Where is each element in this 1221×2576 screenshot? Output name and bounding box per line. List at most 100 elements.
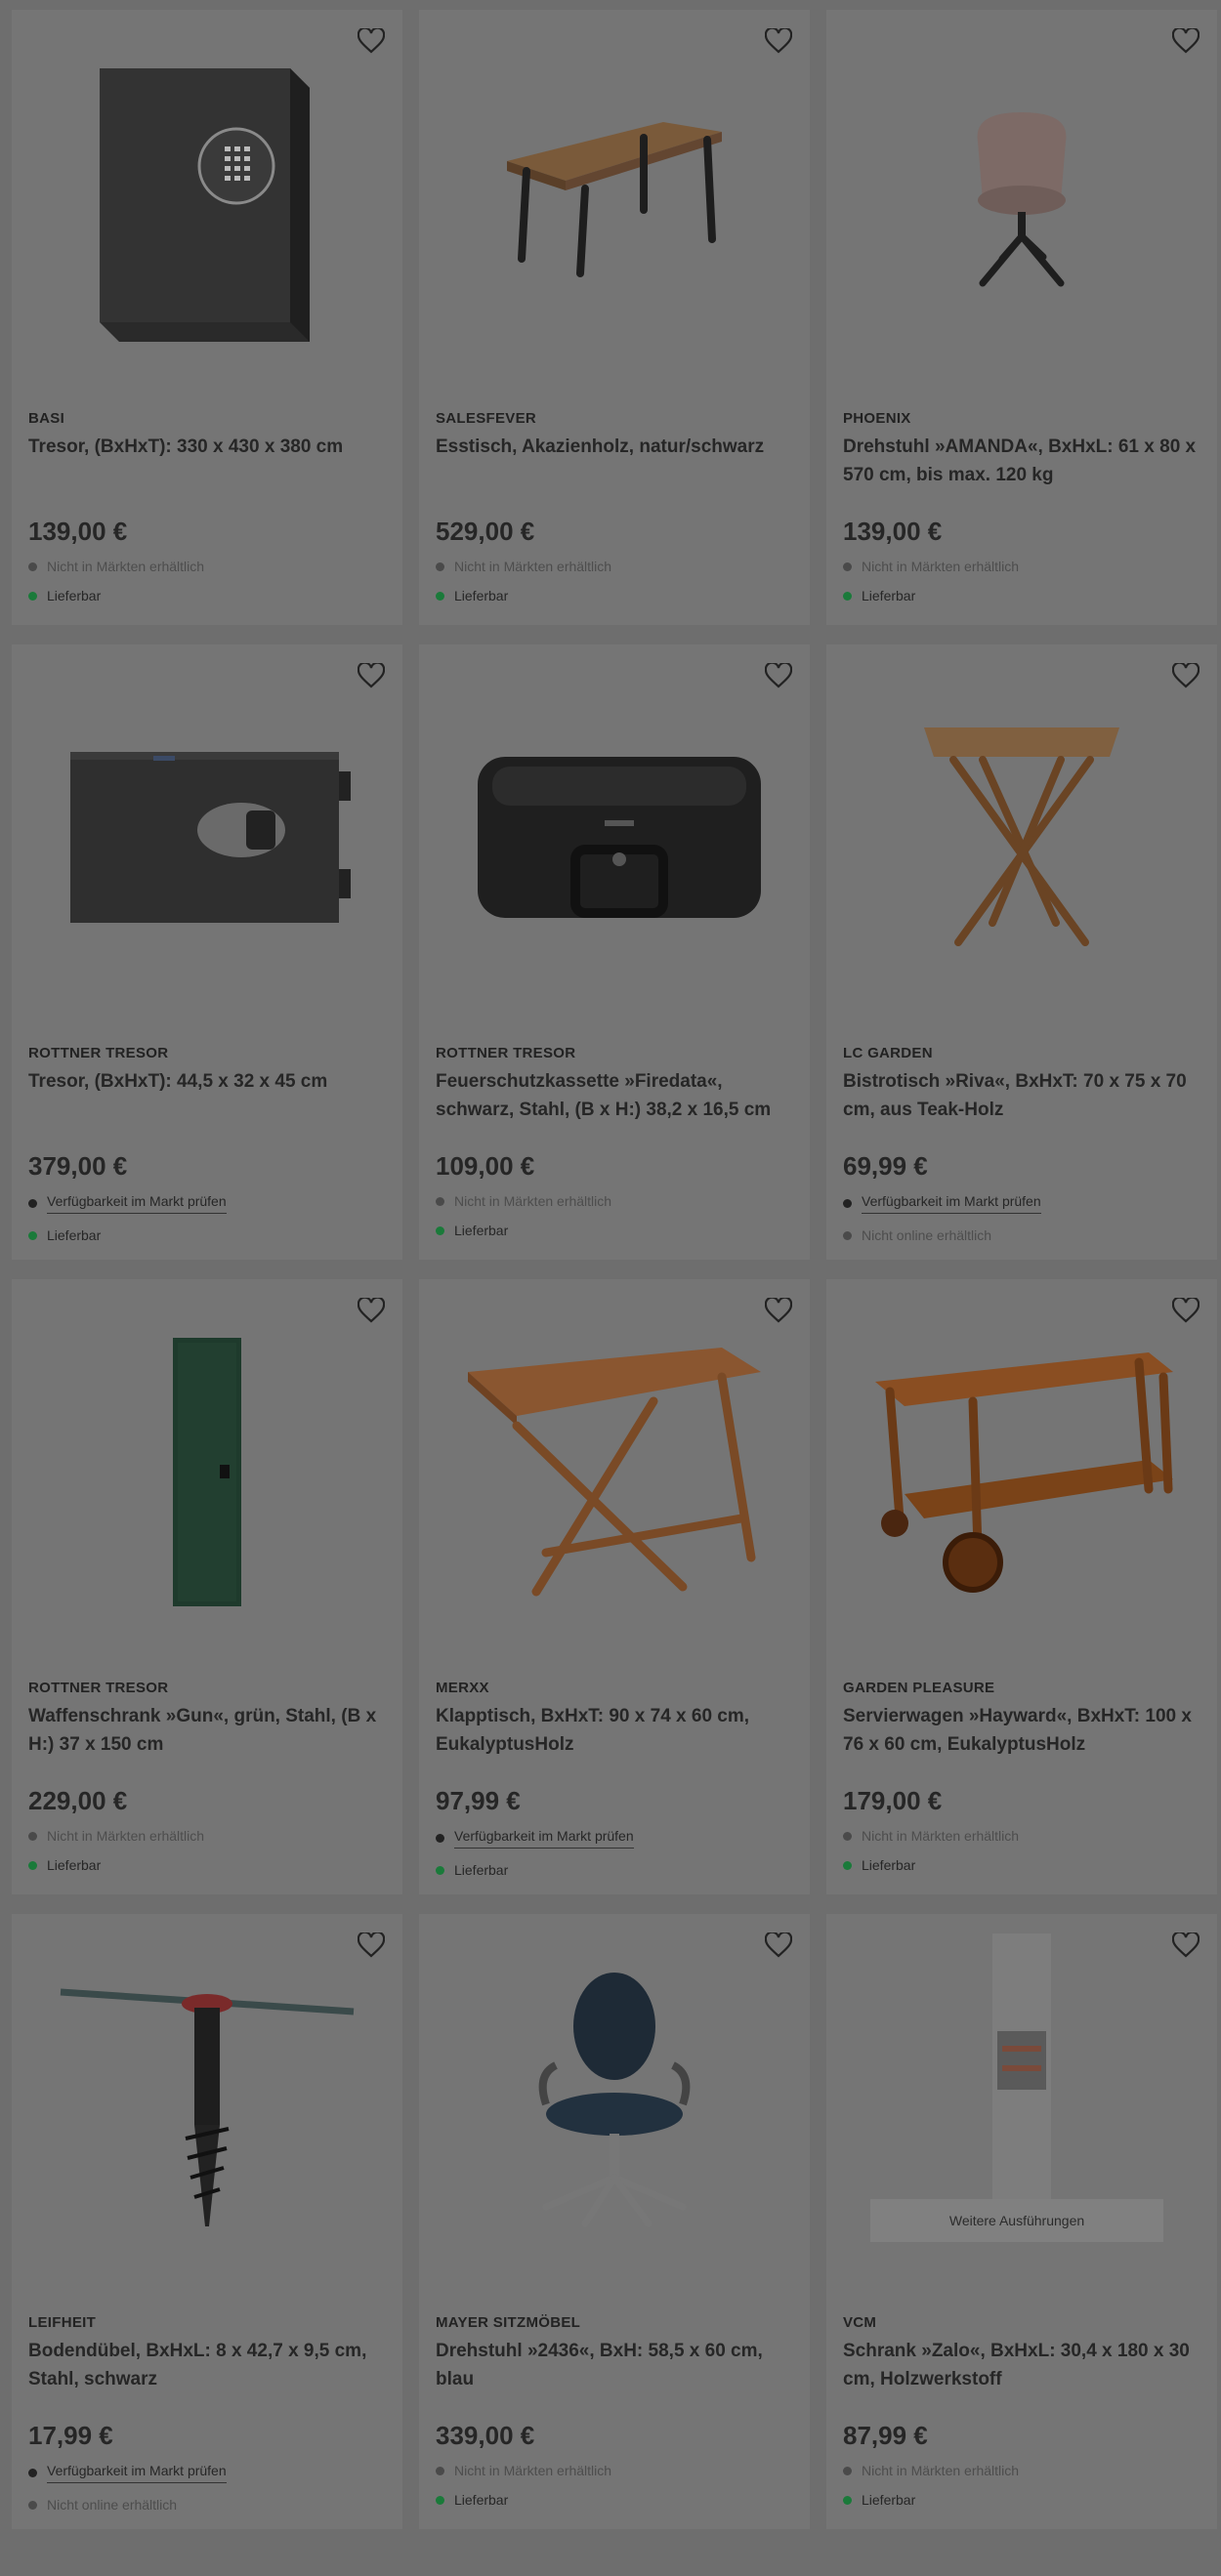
- product-card[interactable]: Weitere Ausführungen VCM Schrank »Zalo«,…: [826, 1914, 1217, 2529]
- product-brand: SALESFEVER: [436, 410, 537, 427]
- market-availability[interactable]: Verfügbarkeit im Markt prüfen: [436, 1828, 793, 1849]
- product-brand: LC GARDEN: [843, 1045, 933, 1061]
- product-grid: BASI Tresor, (BxHxT): 330 x 430 x 380 cm…: [0, 0, 1221, 2529]
- check-market-availability-link[interactable]: Verfügbarkeit im Markt prüfen: [47, 2463, 227, 2483]
- product-price: 109,00 €: [436, 1151, 535, 1181]
- product-price: 97,99 €: [436, 1786, 521, 1815]
- heart-icon[interactable]: [1170, 660, 1201, 691]
- product-title[interactable]: Bodendübel, BxHxL: 8 x 42,7 x 9,5 cm, St…: [28, 2337, 386, 2405]
- safe-image[interactable]: [12, 10, 402, 391]
- online-availability: Lieferbar: [843, 588, 1200, 603]
- product-title[interactable]: Waffenschrank »Gun«, grün, Stahl, (B x H…: [28, 1702, 386, 1770]
- online-availability: Nicht online erhältlich: [843, 1227, 1200, 1243]
- product-title[interactable]: Drehstuhl »2436«, BxH: 58,5 x 60 cm, bla…: [436, 2337, 793, 2405]
- heart-icon[interactable]: [356, 660, 387, 691]
- product-card[interactable]: BASI Tresor, (BxHxT): 330 x 430 x 380 cm…: [12, 10, 402, 625]
- online-availability: Nicht online erhältlich: [28, 2497, 386, 2513]
- product-price: 179,00 €: [843, 1786, 943, 1815]
- product-card[interactable]: MERXX Klapptisch, BxHxT: 90 x 74 x 60 cm…: [419, 1279, 810, 1894]
- product-title[interactable]: Drehstuhl »AMANDA«, BxHxL: 61 x 80 x 570…: [843, 433, 1200, 501]
- product-brand: LEIFHEIT: [28, 2314, 97, 2331]
- product-title[interactable]: Servierwagen »Hayward«, BxHxT: 100 x 76 …: [843, 1702, 1200, 1770]
- online-availability: Lieferbar: [843, 2492, 1200, 2508]
- product-brand: BASI: [28, 410, 65, 427]
- product-brand: ROTTNER TRESOR: [28, 1680, 169, 1696]
- safe-image[interactable]: [12, 644, 402, 1025]
- folding-table-image[interactable]: [419, 1279, 810, 1660]
- heart-icon[interactable]: [356, 1930, 387, 1961]
- market-availability[interactable]: Verfügbarkeit im Markt prüfen: [28, 2463, 386, 2483]
- product-brand: ROTTNER TRESOR: [436, 1045, 576, 1061]
- product-price: 229,00 €: [28, 1786, 128, 1815]
- product-brand: MERXX: [436, 1680, 489, 1696]
- ground-anchor-image[interactable]: [12, 1914, 402, 2295]
- heart-icon[interactable]: [763, 25, 794, 57]
- office-chair-image[interactable]: [419, 1914, 810, 2295]
- online-availability: Lieferbar: [843, 1857, 1200, 1873]
- product-card[interactable]: ROTTNER TRESOR Waffenschrank »Gun«, grün…: [12, 1279, 402, 1894]
- online-availability: Lieferbar: [436, 588, 793, 603]
- product-price: 139,00 €: [28, 517, 128, 546]
- product-card[interactable]: PHOENIX Drehstuhl »AMANDA«, BxHxL: 61 x …: [826, 10, 1217, 625]
- product-brand: VCM: [843, 2314, 877, 2331]
- heart-icon[interactable]: [763, 1295, 794, 1326]
- product-card[interactable]: GARDEN PLEASURE Servierwagen »Hayward«, …: [826, 1279, 1217, 1894]
- product-price: 529,00 €: [436, 517, 535, 546]
- online-availability: Lieferbar: [436, 1223, 793, 1238]
- product-brand: MAYER SITZMÖBEL: [436, 2314, 581, 2331]
- heart-icon[interactable]: [356, 25, 387, 57]
- market-availability: Nicht in Märkten erhältlich: [436, 2463, 793, 2478]
- market-availability[interactable]: Verfügbarkeit im Markt prüfen: [843, 1193, 1200, 1214]
- bistro-table-image[interactable]: [826, 644, 1217, 1025]
- product-card[interactable]: ROTTNER TRESOR Tresor, (BxHxT): 44,5 x 3…: [12, 644, 402, 1260]
- trolley-image[interactable]: [826, 1279, 1217, 1660]
- market-availability: Nicht in Märkten erhältlich: [436, 559, 793, 574]
- product-card[interactable]: ROTTNER TRESOR Feuerschutzkassette »Fire…: [419, 644, 810, 1260]
- product-card[interactable]: SALESFEVER Esstisch, Akazienholz, natur/…: [419, 10, 810, 625]
- market-availability: Nicht in Märkten erhältlich: [28, 559, 386, 574]
- product-title[interactable]: Tresor, (BxHxT): 330 x 430 x 380 cm: [28, 433, 386, 501]
- product-title[interactable]: Bistrotisch »Riva«, BxHxT: 70 x 75 x 70 …: [843, 1067, 1200, 1136]
- product-price: 69,99 €: [843, 1151, 928, 1181]
- market-availability: Nicht in Märkten erhältlich: [28, 1828, 386, 1844]
- product-title[interactable]: Feuerschutzkassette »Firedata«, schwarz,…: [436, 1067, 793, 1136]
- product-brand: ROTTNER TRESOR: [28, 1045, 169, 1061]
- market-availability[interactable]: Verfügbarkeit im Markt prüfen: [28, 1193, 386, 1214]
- check-market-availability-link[interactable]: Verfügbarkeit im Markt prüfen: [862, 1193, 1041, 1214]
- cabinet-image[interactable]: [12, 1279, 402, 1660]
- product-brand: PHOENIX: [843, 410, 911, 427]
- table-image[interactable]: [419, 10, 810, 391]
- heart-icon[interactable]: [1170, 1930, 1201, 1961]
- online-availability: Lieferbar: [28, 1227, 386, 1243]
- case-image[interactable]: [419, 644, 810, 1025]
- online-availability: Lieferbar: [436, 2492, 793, 2508]
- product-card[interactable]: LEIFHEIT Bodendübel, BxHxL: 8 x 42,7 x 9…: [12, 1914, 402, 2529]
- online-availability: Lieferbar: [28, 1857, 386, 1873]
- heart-icon[interactable]: [356, 1295, 387, 1326]
- product-price: 17,99 €: [28, 2421, 113, 2450]
- product-price: 139,00 €: [843, 517, 943, 546]
- market-availability: Nicht in Märkten erhältlich: [843, 1828, 1200, 1844]
- heart-icon[interactable]: [763, 660, 794, 691]
- product-title[interactable]: Esstisch, Akazienholz, natur/schwarz: [436, 433, 793, 501]
- product-brand: GARDEN PLEASURE: [843, 1680, 995, 1696]
- product-title[interactable]: Tresor, (BxHxT): 44,5 x 32 x 45 cm: [28, 1067, 386, 1136]
- heart-icon[interactable]: [1170, 1295, 1201, 1326]
- market-availability: Nicht in Märkten erhältlich: [436, 1193, 793, 1209]
- online-availability: Lieferbar: [28, 588, 386, 603]
- product-price: 339,00 €: [436, 2421, 535, 2450]
- product-title[interactable]: Schrank »Zalo«, BxHxL: 30,4 x 180 x 30 c…: [843, 2337, 1200, 2405]
- check-market-availability-link[interactable]: Verfügbarkeit im Markt prüfen: [47, 1193, 227, 1214]
- heart-icon[interactable]: [763, 1930, 794, 1961]
- online-availability: Lieferbar: [436, 1862, 793, 1878]
- check-market-availability-link[interactable]: Verfügbarkeit im Markt prüfen: [454, 1828, 634, 1849]
- market-availability: Nicht in Märkten erhältlich: [843, 2463, 1200, 2478]
- product-price: 87,99 €: [843, 2421, 928, 2450]
- heart-icon[interactable]: [1170, 25, 1201, 57]
- market-availability: Nicht in Märkten erhältlich: [843, 559, 1200, 574]
- product-card[interactable]: MAYER SITZMÖBEL Drehstuhl »2436«, BxH: 5…: [419, 1914, 810, 2529]
- product-card[interactable]: LC GARDEN Bistrotisch »Riva«, BxHxT: 70 …: [826, 644, 1217, 1260]
- product-title[interactable]: Klapptisch, BxHxT: 90 x 74 x 60 cm, Euka…: [436, 1702, 793, 1770]
- chair-image[interactable]: [826, 10, 1217, 391]
- more-variants-button[interactable]: Weitere Ausführungen: [870, 2199, 1163, 2242]
